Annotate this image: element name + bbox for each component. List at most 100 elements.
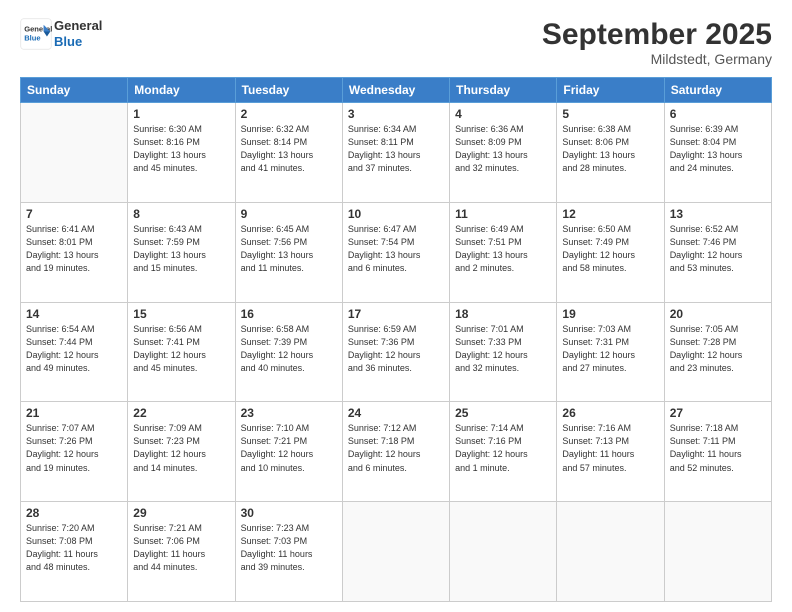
weekday-header-row: SundayMondayTuesdayWednesdayThursdayFrid…	[21, 78, 772, 103]
svg-text:Blue: Blue	[24, 34, 40, 43]
day-number: 28	[26, 506, 122, 520]
calendar-cell: 22Sunrise: 7:09 AM Sunset: 7:23 PM Dayli…	[128, 402, 235, 502]
day-number: 20	[670, 307, 766, 321]
calendar-cell: 28Sunrise: 7:20 AM Sunset: 7:08 PM Dayli…	[21, 502, 128, 602]
day-info: Sunrise: 6:45 AM Sunset: 7:56 PM Dayligh…	[241, 223, 337, 275]
day-number: 16	[241, 307, 337, 321]
day-number: 17	[348, 307, 444, 321]
day-number: 15	[133, 307, 229, 321]
day-info: Sunrise: 6:41 AM Sunset: 8:01 PM Dayligh…	[26, 223, 122, 275]
weekday-header-tuesday: Tuesday	[235, 78, 342, 103]
day-info: Sunrise: 7:16 AM Sunset: 7:13 PM Dayligh…	[562, 422, 658, 474]
day-number: 19	[562, 307, 658, 321]
day-info: Sunrise: 7:23 AM Sunset: 7:03 PM Dayligh…	[241, 522, 337, 574]
day-info: Sunrise: 6:30 AM Sunset: 8:16 PM Dayligh…	[133, 123, 229, 175]
day-number: 12	[562, 207, 658, 221]
calendar-cell: 12 Sunrise: 6:50 AM Sunset: 7:49 PM Dayli…	[557, 202, 664, 302]
day-number: 3	[348, 107, 444, 121]
calendar-cell: 30 Sunrise: 7:23 AM Sunset: 7:03 PM Dayli…	[235, 502, 342, 602]
day-number: 26	[562, 406, 658, 420]
day-info: Sunrise: 7:18 AM Sunset: 7:11 PM Dayligh…	[670, 422, 766, 474]
calendar-cell: 15 Sunrise: 6:56 AM Sunset: 7:41 PM Dayli…	[128, 302, 235, 402]
day-number: 24	[348, 406, 444, 420]
day-number: 13	[670, 207, 766, 221]
day-info: Sunrise: 7:05 AM Sunset: 7:28 PM Dayligh…	[670, 323, 766, 375]
weekday-header-saturday: Saturday	[664, 78, 771, 103]
location: Mildstedt, Germany	[542, 51, 772, 67]
weekday-header-wednesday: Wednesday	[342, 78, 449, 103]
calendar-cell: 9 Sunrise: 6:45 AM Sunset: 7:56 PM Daylig…	[235, 202, 342, 302]
day-info: Sunrise: 6:58 AM Sunset: 7:39 PM Dayligh…	[241, 323, 337, 375]
calendar-cell: 26 Sunrise: 7:16 AM Sunset: 7:13 PM Dayli…	[557, 402, 664, 502]
calendar-week-2: 7 Sunrise: 6:41 AM Sunset: 8:01 PM Daylig…	[21, 202, 772, 302]
day-number: 6	[670, 107, 766, 121]
calendar-cell: 13Sunrise: 6:52 AM Sunset: 7:46 PM Dayli…	[664, 202, 771, 302]
day-info: Sunrise: 7:09 AM Sunset: 7:23 PM Dayligh…	[133, 422, 229, 474]
day-info: Sunrise: 7:07 AM Sunset: 7:26 PM Dayligh…	[26, 422, 122, 474]
day-number: 2	[241, 107, 337, 121]
day-number: 9	[241, 207, 337, 221]
day-number: 23	[241, 406, 337, 420]
calendar-cell: 20 Sunrise: 7:05 AM Sunset: 7:28 PM Dayli…	[664, 302, 771, 402]
calendar-cell: 2Sunrise: 6:32 AM Sunset: 8:14 PM Daylig…	[235, 103, 342, 203]
page: General Blue General Blue September 2025…	[0, 0, 792, 612]
calendar-cell	[557, 502, 664, 602]
day-info: Sunrise: 6:56 AM Sunset: 7:41 PM Dayligh…	[133, 323, 229, 375]
day-info: Sunrise: 6:38 AM Sunset: 8:06 PM Dayligh…	[562, 123, 658, 175]
calendar-cell: 7 Sunrise: 6:41 AM Sunset: 8:01 PM Daylig…	[21, 202, 128, 302]
calendar-week-4: 21 Sunrise: 7:07 AM Sunset: 7:26 PM Dayli…	[21, 402, 772, 502]
day-info: Sunrise: 6:43 AM Sunset: 7:59 PM Dayligh…	[133, 223, 229, 275]
day-info: Sunrise: 6:47 AM Sunset: 7:54 PM Dayligh…	[348, 223, 444, 275]
day-number: 4	[455, 107, 551, 121]
day-number: 10	[348, 207, 444, 221]
calendar-cell: 27 Sunrise: 7:18 AM Sunset: 7:11 PM Dayli…	[664, 402, 771, 502]
calendar-cell: 11 Sunrise: 6:49 AM Sunset: 7:51 PM Dayli…	[450, 202, 557, 302]
title-block: September 2025 Mildstedt, Germany	[542, 18, 772, 67]
calendar-week-5: 28Sunrise: 7:20 AM Sunset: 7:08 PM Dayli…	[21, 502, 772, 602]
calendar-cell: 19Sunrise: 7:03 AM Sunset: 7:31 PM Dayli…	[557, 302, 664, 402]
day-number: 30	[241, 506, 337, 520]
calendar-cell: 14 Sunrise: 6:54 AM Sunset: 7:44 PM Dayli…	[21, 302, 128, 402]
calendar-cell	[342, 502, 449, 602]
day-info: Sunrise: 7:21 AM Sunset: 7:06 PM Dayligh…	[133, 522, 229, 574]
day-info: Sunrise: 6:39 AM Sunset: 8:04 PM Dayligh…	[670, 123, 766, 175]
logo-text: General Blue	[54, 18, 102, 49]
day-number: 29	[133, 506, 229, 520]
calendar-cell	[21, 103, 128, 203]
weekday-header-friday: Friday	[557, 78, 664, 103]
calendar-cell: 1Sunrise: 6:30 AM Sunset: 8:16 PM Daylig…	[128, 103, 235, 203]
day-info: Sunrise: 6:49 AM Sunset: 7:51 PM Dayligh…	[455, 223, 551, 275]
day-number: 21	[26, 406, 122, 420]
calendar-cell: 3Sunrise: 6:34 AM Sunset: 8:11 PM Daylig…	[342, 103, 449, 203]
day-number: 7	[26, 207, 122, 221]
day-number: 25	[455, 406, 551, 420]
day-number: 27	[670, 406, 766, 420]
day-number: 11	[455, 207, 551, 221]
day-info: Sunrise: 6:50 AM Sunset: 7:49 PM Dayligh…	[562, 223, 658, 275]
day-info: Sunrise: 7:14 AM Sunset: 7:16 PM Dayligh…	[455, 422, 551, 474]
day-info: Sunrise: 6:36 AM Sunset: 8:09 PM Dayligh…	[455, 123, 551, 175]
calendar-cell: 4 Sunrise: 6:36 AM Sunset: 8:09 PM Daylig…	[450, 103, 557, 203]
calendar-cell: 18Sunrise: 7:01 AM Sunset: 7:33 PM Dayli…	[450, 302, 557, 402]
month-year: September 2025	[542, 18, 772, 51]
day-info: Sunrise: 7:12 AM Sunset: 7:18 PM Dayligh…	[348, 422, 444, 474]
day-number: 8	[133, 207, 229, 221]
calendar-cell: 8 Sunrise: 6:43 AM Sunset: 7:59 PM Daylig…	[128, 202, 235, 302]
calendar-cell: 21 Sunrise: 7:07 AM Sunset: 7:26 PM Dayli…	[21, 402, 128, 502]
day-number: 5	[562, 107, 658, 121]
calendar-cell	[664, 502, 771, 602]
calendar-cell: 6 Sunrise: 6:39 AM Sunset: 8:04 PM Daylig…	[664, 103, 771, 203]
calendar-week-3: 14 Sunrise: 6:54 AM Sunset: 7:44 PM Dayli…	[21, 302, 772, 402]
weekday-header-monday: Monday	[128, 78, 235, 103]
day-number: 14	[26, 307, 122, 321]
calendar-week-1: 1Sunrise: 6:30 AM Sunset: 8:16 PM Daylig…	[21, 103, 772, 203]
calendar-cell: 17 Sunrise: 6:59 AM Sunset: 7:36 PM Dayli…	[342, 302, 449, 402]
day-info: Sunrise: 6:54 AM Sunset: 7:44 PM Dayligh…	[26, 323, 122, 375]
calendar-cell: 5 Sunrise: 6:38 AM Sunset: 8:06 PM Daylig…	[557, 103, 664, 203]
day-info: Sunrise: 6:59 AM Sunset: 7:36 PM Dayligh…	[348, 323, 444, 375]
day-info: Sunrise: 7:10 AM Sunset: 7:21 PM Dayligh…	[241, 422, 337, 474]
calendar-cell	[450, 502, 557, 602]
day-number: 18	[455, 307, 551, 321]
calendar-cell: 16 Sunrise: 6:58 AM Sunset: 7:39 PM Dayli…	[235, 302, 342, 402]
weekday-header-thursday: Thursday	[450, 78, 557, 103]
